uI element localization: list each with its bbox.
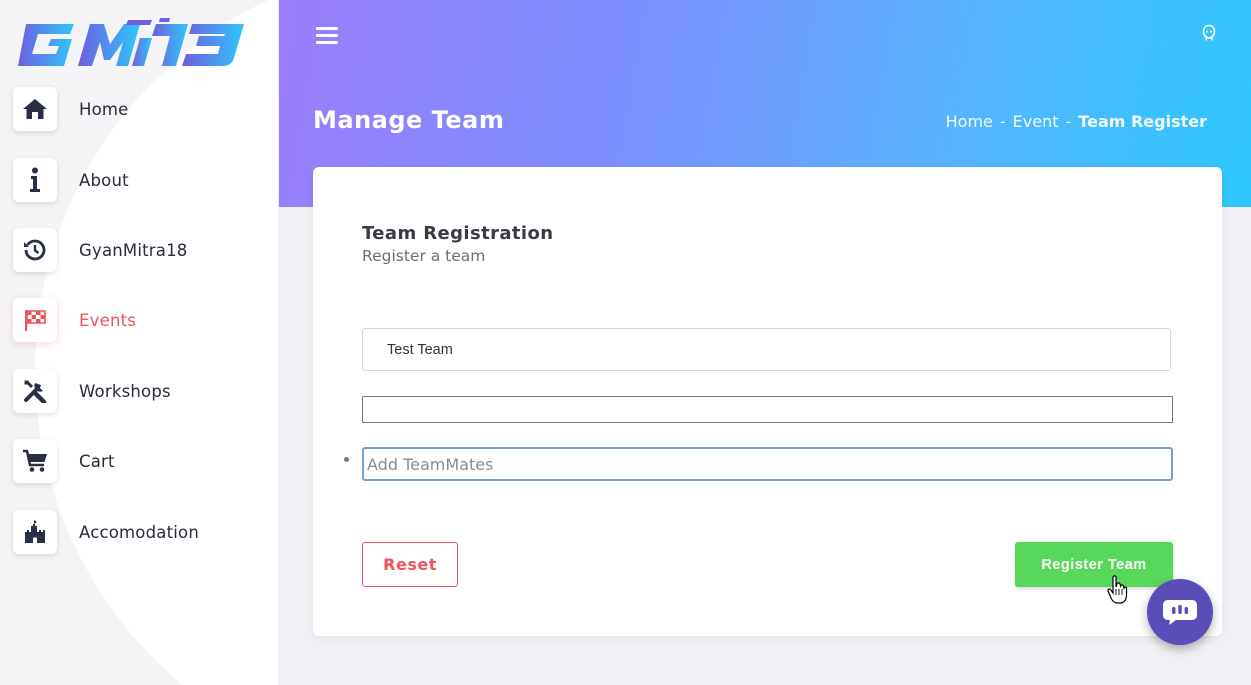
sidebar-item-label: GyanMitra18: [79, 240, 188, 260]
sidebar-item-about[interactable]: About: [13, 158, 263, 202]
menu-icon[interactable]: [316, 27, 338, 45]
card-subtitle: Register a team: [362, 247, 486, 265]
sidebar-item-workshops[interactable]: Workshops: [13, 369, 263, 413]
breadcrumb: Home - Event - Team Register: [946, 112, 1207, 131]
cart-icon: [13, 439, 57, 483]
sidebar-item-events[interactable]: Events: [13, 298, 263, 342]
sidebar-item-label: Cart: [79, 451, 115, 471]
hand-cursor-icon: [1107, 575, 1128, 604]
sidebar-item-accomodation[interactable]: Accomodation: [13, 510, 263, 554]
home-icon: [13, 87, 57, 131]
team-registration-card: Team Registration Register a team Reset …: [313, 167, 1222, 636]
page-title: Manage Team: [313, 106, 505, 134]
chat-widget-button[interactable]: [1147, 579, 1213, 645]
sidebar-item-label: Events: [79, 310, 137, 330]
breadcrumb-home[interactable]: Home: [946, 112, 993, 131]
sidebar-item-home[interactable]: Home: [13, 87, 263, 131]
chat-icon: [1163, 600, 1197, 625]
sidebar-item-label: About: [79, 170, 129, 190]
sidebar-item-label: Home: [79, 99, 129, 119]
checkered-flag-icon: [13, 298, 57, 342]
team-name-input[interactable]: [362, 328, 1171, 371]
register-team-button[interactable]: Register Team: [1015, 542, 1173, 587]
user-icon[interactable]: [1200, 24, 1218, 42]
castle-icon: [13, 510, 57, 554]
breadcrumb-current: Team Register: [1078, 112, 1207, 131]
history-icon: [13, 228, 57, 272]
breadcrumb-event[interactable]: Event: [1013, 112, 1059, 131]
info-icon: [13, 158, 57, 202]
card-title: Team Registration: [362, 223, 554, 244]
reset-button[interactable]: Reset: [362, 542, 458, 587]
tools-icon: [13, 369, 57, 413]
sidebar-item-label: Workshops: [79, 381, 171, 401]
breadcrumb-separator: -: [999, 112, 1006, 131]
sidebar: Home About GyanMitra18 Events Workshops …: [0, 0, 279, 685]
breadcrumb-separator: -: [1065, 112, 1072, 131]
sidebar-item-label: Accomodation: [79, 522, 199, 542]
add-teammates-input[interactable]: [362, 447, 1173, 481]
teammates-list-field[interactable]: [362, 396, 1173, 423]
list-bullet: [344, 457, 349, 462]
sidebar-item-cart[interactable]: Cart: [13, 439, 263, 483]
gyanmitra-logo[interactable]: [12, 16, 248, 72]
sidebar-item-gyanmitra18[interactable]: GyanMitra18: [13, 228, 263, 272]
